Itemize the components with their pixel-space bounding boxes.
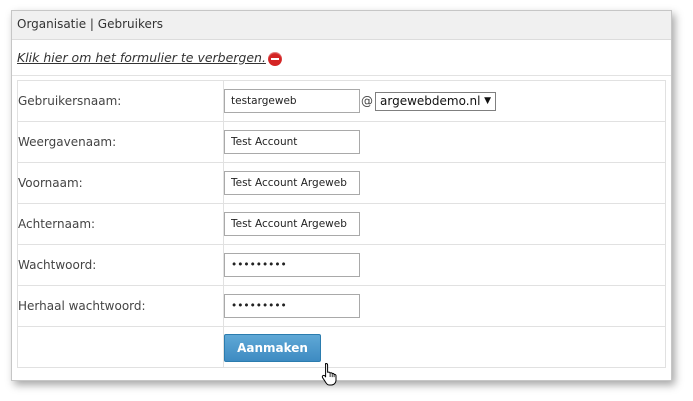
form-row-displayname: Weergavenaam: [17, 121, 666, 163]
domain-select-value: argewebdemo.nl [380, 94, 481, 108]
displayname-label: Weergavenaam: [17, 121, 224, 163]
firstname-input[interactable] [224, 171, 360, 195]
breadcrumb: Organisatie | Gebruikers [12, 11, 671, 40]
domain-select[interactable]: argewebdemo.nl ▼ [375, 91, 496, 111]
submit-label-cell [17, 326, 224, 368]
toggle-row: Klik hier om het formulier te verbergen. [12, 40, 671, 76]
password-label: Wachtwoord: [17, 244, 224, 286]
hand-pointer-icon [321, 363, 337, 386]
minus-circle-icon[interactable] [267, 51, 282, 66]
username-cell: @ argewebdemo.nl ▼ [223, 80, 666, 122]
password-cell [223, 244, 666, 286]
password-repeat-label: Herhaal wachtwoord: [17, 285, 224, 327]
user-form-table: Gebruikersnaam: @ argewebdemo.nl ▼ Weerg… [17, 80, 666, 368]
username-group: @ argewebdemo.nl ▼ [224, 89, 665, 113]
password-input[interactable] [224, 253, 360, 277]
submit-cell: Aanmaken [223, 326, 666, 368]
lastname-cell [223, 203, 666, 245]
lastname-label: Achternaam: [17, 203, 224, 245]
password-repeat-input[interactable] [224, 294, 360, 318]
create-button[interactable]: Aanmaken [224, 334, 321, 362]
chevron-down-icon: ▼ [484, 96, 491, 106]
displayname-cell [223, 121, 666, 163]
displayname-input[interactable] [224, 130, 360, 154]
form-row-password: Wachtwoord: [17, 244, 666, 286]
form-row-firstname: Voornaam: [17, 162, 666, 204]
lastname-input[interactable] [224, 212, 360, 236]
firstname-cell [223, 162, 666, 204]
username-label: Gebruikersnaam: [17, 80, 224, 122]
hide-form-link[interactable]: Klik hier om het formulier te verbergen. [17, 50, 266, 65]
form-row-submit: Aanmaken [17, 326, 666, 368]
at-sign: @ [361, 94, 373, 108]
form-row-username: Gebruikersnaam: @ argewebdemo.nl ▼ [17, 80, 666, 122]
username-input[interactable] [224, 89, 360, 113]
firstname-label: Voornaam: [17, 162, 224, 204]
password-repeat-cell [223, 285, 666, 327]
form-row-lastname: Achternaam: [17, 203, 666, 245]
form-row-password-repeat: Herhaal wachtwoord: [17, 285, 666, 327]
